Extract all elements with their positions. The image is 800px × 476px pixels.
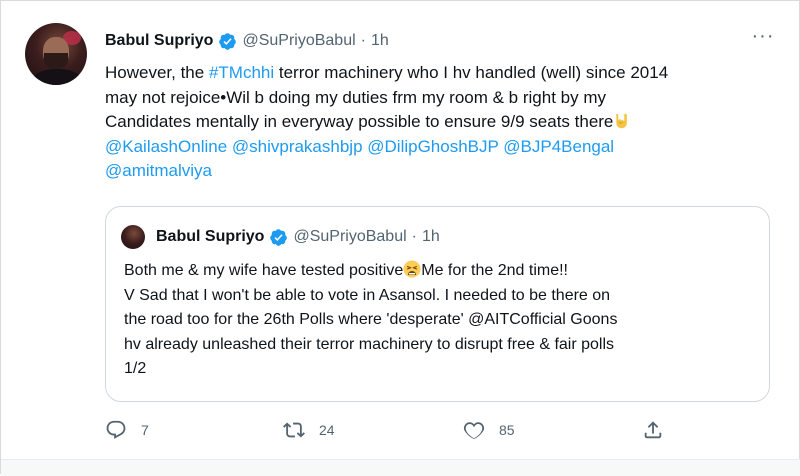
author-name[interactable]: Babul Supriyo	[105, 32, 213, 50]
text-segment: terror machinery who I hv handled (well)…	[274, 63, 669, 82]
quoted-tweet[interactable]: Babul Supriyo @SuPriyoBabul · 1h Both me…	[105, 206, 770, 402]
verified-badge-icon	[270, 228, 288, 246]
hashtag-link[interactable]: #TMchhi	[209, 63, 274, 82]
retweet-icon	[283, 422, 305, 438]
verified-badge-icon	[219, 32, 237, 50]
tired-face-emoji-icon	[403, 260, 421, 278]
tweet-text: However, the #TMchhi terror machinery wh…	[105, 61, 773, 184]
tweet-actions: 7 24 85	[1, 415, 800, 445]
mention-links[interactable]: @KailashOnline @shivprakashbjp @DilipGho…	[105, 137, 614, 156]
tweet-line: may not rejoice•Wil b doing my duties fr…	[105, 87, 606, 107]
heart-icon	[463, 422, 485, 439]
header-separator: ·	[411, 228, 417, 245]
text-segment: However, the	[105, 63, 209, 82]
next-tweet-divider	[1, 459, 800, 476]
reply-button[interactable]: 7	[105, 415, 149, 445]
quoted-tweet-header: Babul Supriyo @SuPriyoBabul · 1h	[156, 225, 440, 249]
retweet-button[interactable]: 24	[283, 415, 335, 445]
share-button[interactable]	[642, 415, 664, 445]
reply-count: 7	[141, 422, 149, 438]
retweet-count: 24	[319, 422, 335, 438]
like-button[interactable]: 85	[463, 415, 515, 445]
quoted-author-handle: @SuPriyoBabul	[293, 228, 407, 245]
tweet-line: Candidates mentally in everyway possible…	[105, 110, 773, 135]
sign-of-horns-emoji-icon	[616, 113, 628, 129]
text-segment: Goons	[565, 311, 618, 328]
mention-text: @AITCofficial	[468, 311, 566, 328]
tweet-line: @amitmalviya	[105, 159, 773, 184]
quoted-line: Both me & my wife have tested positive M…	[124, 259, 764, 284]
reply-icon	[106, 420, 126, 439]
quoted-author-avatar	[121, 225, 145, 249]
like-count: 85	[499, 422, 515, 438]
text-segment: Me for the 2nd time!!	[421, 262, 568, 279]
tweet-card: Babul Supriyo @SuPriyoBabul · 1h ··· How…	[0, 0, 800, 476]
tweet-line: @KailashOnline @shivprakashbjp @DilipGho…	[105, 135, 773, 160]
quoted-timestamp: 1h	[421, 228, 440, 245]
quoted-line: 1/2	[124, 360, 147, 377]
quoted-line: V Sad that I won't be able to vote in As…	[124, 286, 611, 304]
more-options-icon[interactable]: ···	[751, 26, 775, 53]
quoted-line: the road too for the 26th Polls where 'd…	[124, 308, 764, 333]
quoted-author-name: Babul Supriyo	[156, 228, 265, 245]
tweet-header: Babul Supriyo @SuPriyoBabul · 1h	[105, 31, 389, 51]
avatar-beard	[44, 53, 68, 69]
quoted-tweet-text: Both me & my wife have tested positive M…	[124, 259, 764, 382]
header-separator: ·	[360, 32, 366, 49]
text-segment: the road too for the 26th Polls where 'd…	[124, 311, 469, 328]
quoted-line: hv already unleashed their terror machin…	[124, 335, 615, 353]
text-segment: Candidates mentally in everyway possible…	[105, 112, 614, 132]
tweet-line: However, the #TMchhi terror machinery wh…	[105, 61, 773, 86]
mention-link[interactable]: @amitmalviya	[105, 161, 212, 180]
avatar-body	[31, 69, 83, 85]
text-segment: Both me & my wife have tested positive	[124, 262, 404, 279]
share-icon	[644, 421, 662, 439]
tweet-timestamp[interactable]: 1h	[371, 32, 389, 50]
author-avatar[interactable]	[25, 23, 87, 85]
author-handle[interactable]: @SuPriyoBabul	[242, 32, 355, 50]
